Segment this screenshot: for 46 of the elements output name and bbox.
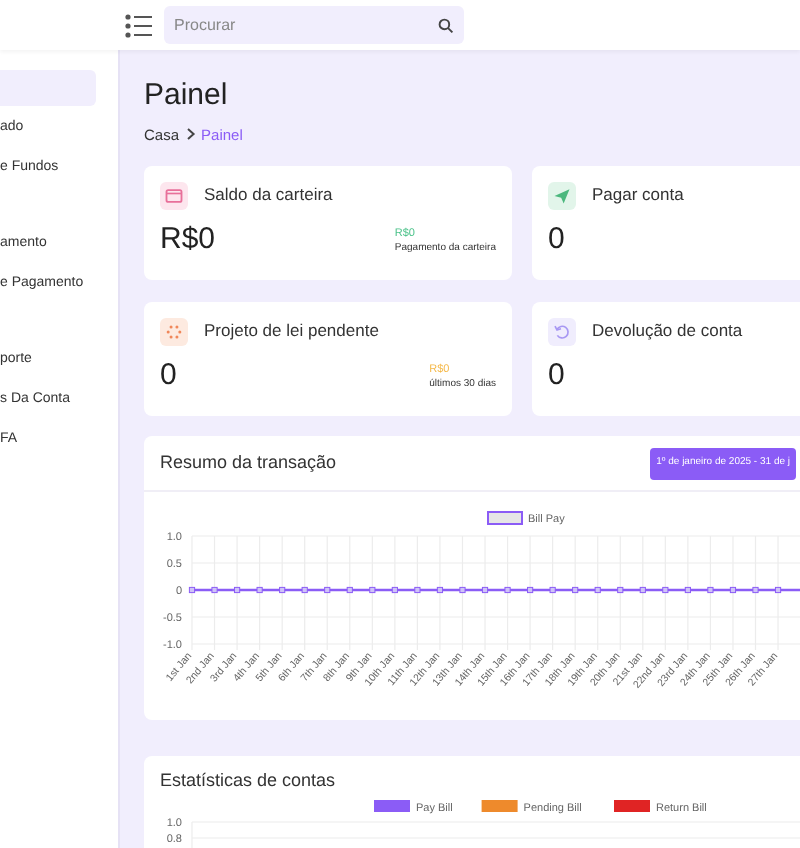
data-point: [301, 586, 308, 593]
card-title: Resumo da transação: [160, 450, 337, 476]
data-point: [414, 586, 421, 593]
card-title: Projeto de lei pendente: [204, 318, 379, 345]
data-point: [639, 586, 646, 593]
wallet-icon: [160, 181, 188, 210]
data-point: [752, 586, 759, 593]
data-point: [188, 586, 196, 593]
stat-value: R$0: [160, 220, 216, 261]
data-point: [549, 586, 556, 593]
chevron-icon: [185, 128, 196, 141]
card-title: Estatísticas de contas: [158, 767, 338, 794]
data-point: [256, 586, 263, 593]
data-point: [774, 586, 782, 593]
card-title: Pagar conta: [592, 182, 684, 209]
data-point: [572, 586, 579, 593]
stat-value: 0: [548, 220, 565, 261]
data-point: [684, 586, 691, 593]
data-point: [391, 586, 398, 593]
search-field[interactable]: Procurar: [164, 6, 464, 44]
stat-value: 0: [548, 356, 565, 397]
data-point: [617, 586, 624, 593]
data-point: [346, 586, 353, 593]
data-point: [594, 586, 601, 593]
spinner-icon: [160, 317, 188, 346]
data-point: [527, 586, 534, 593]
data-point: [279, 586, 286, 593]
data-point: [504, 586, 511, 593]
data-point: [234, 586, 241, 593]
data-point: [729, 586, 737, 593]
data-point: [436, 586, 444, 593]
send-icon: [548, 181, 576, 210]
data-point: [211, 586, 218, 593]
data-point: [459, 586, 466, 593]
card-title: Saldo da carteira: [204, 182, 333, 209]
data-point: [481, 586, 489, 593]
search-icon[interactable]: [438, 17, 454, 33]
data-point: [369, 586, 376, 593]
page-title: Painel: [144, 76, 228, 116]
card-title: Devolução de conta: [592, 318, 743, 345]
undo-icon: [548, 317, 576, 346]
data-point: [707, 586, 714, 593]
menu-icon[interactable]: [124, 11, 152, 39]
data-point: [662, 586, 669, 593]
stat-value: 0: [160, 356, 177, 397]
data-point: [324, 586, 331, 593]
